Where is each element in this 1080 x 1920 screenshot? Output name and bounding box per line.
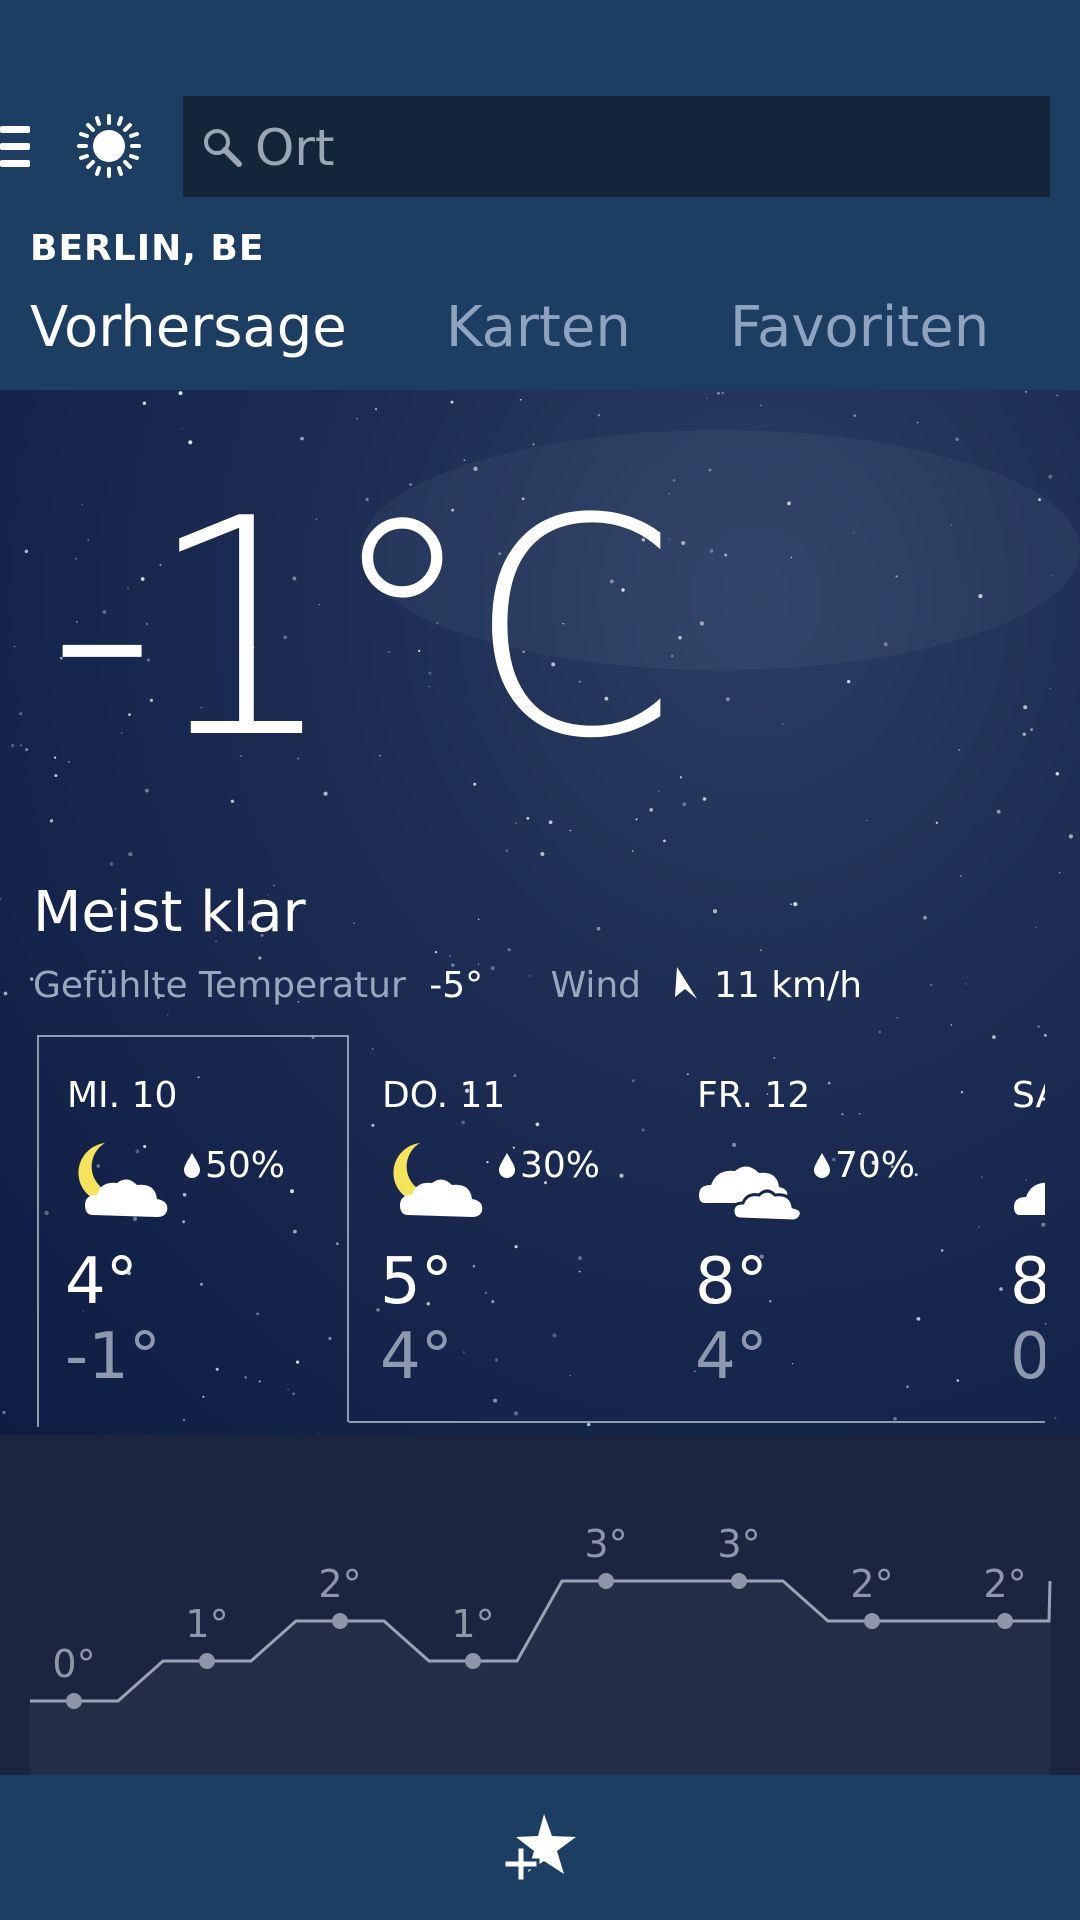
- day-low-temp: 4°: [380, 1320, 453, 1394]
- clouds-icon: [699, 1166, 803, 1223]
- raindrop-icon: [499, 1153, 515, 1178]
- day-card[interactable]: FR. 12 70% 8° 4°: [667, 1035, 982, 1415]
- hourly-area: [30, 1581, 1050, 1775]
- current-details: Gefühlte Temperatur -5° Wind 11 km/h: [33, 965, 862, 1006]
- current-temperature: -1°C: [48, 455, 677, 804]
- hourly-temperature-chart[interactable]: 0° 1° 2° 1° 3° 3° 2° 2°: [0, 1435, 1080, 1775]
- hourly-label: 2°: [850, 1562, 893, 1606]
- day-date: SA: [1012, 1075, 1045, 1116]
- hourly-point: [864, 1613, 880, 1629]
- day-high-temp: 8: [1010, 1245, 1045, 1319]
- wind-direction-icon: [674, 967, 697, 999]
- sun-icon[interactable]: [76, 113, 142, 179]
- day-rain-chance: 70%: [813, 1145, 915, 1186]
- search-input[interactable]: [253, 96, 1037, 199]
- hourly-point: [997, 1613, 1013, 1629]
- hourly-label: 1°: [451, 1602, 494, 1646]
- feels-like-value: -5°: [429, 965, 484, 1006]
- hourly-point: [199, 1653, 215, 1669]
- tab-favoriten[interactable]: Favoriten: [730, 295, 989, 360]
- hourly-label: 3°: [584, 1522, 627, 1566]
- day-high-temp: 5°: [380, 1245, 453, 1319]
- selected-day-outline: [37, 1035, 349, 1422]
- raindrop-icon: [814, 1153, 830, 1178]
- hourly-label: 2°: [318, 1562, 361, 1606]
- current-condition: Meist klar: [33, 880, 306, 945]
- day-low-temp: 0: [1010, 1320, 1045, 1394]
- hourly-chart-svg: 0° 1° 2° 1° 3° 3° 2° 2°: [30, 1522, 1052, 1775]
- day-low-temp: 4°: [695, 1320, 768, 1394]
- wind-value: 11 km/h: [713, 965, 863, 1006]
- day-card[interactable]: SA 8 0: [982, 1035, 1045, 1415]
- hourly-point: [66, 1693, 82, 1709]
- location-label: BERLIN, BE: [30, 228, 265, 269]
- day-high-temp: 8°: [695, 1245, 768, 1319]
- wind-label: Wind: [550, 965, 642, 1006]
- hourly-point: [465, 1653, 481, 1669]
- day-date: DO. 11: [382, 1075, 506, 1116]
- tab-bar: Vorhersage Karten Favoriten N: [30, 295, 1080, 375]
- menu-icon[interactable]: [0, 122, 30, 172]
- app-header: BERLIN, BE Vorhersage Karten Favoriten N: [0, 0, 1080, 390]
- day-date: FR. 12: [697, 1075, 811, 1116]
- add-favorite-icon[interactable]: [500, 1810, 580, 1890]
- search-icon: [204, 129, 242, 167]
- feels-like-label: Gefühlte Temperatur: [33, 965, 406, 1006]
- hourly-label: 0°: [52, 1642, 95, 1686]
- cloud-icon: [1014, 1182, 1045, 1215]
- hourly-point: [731, 1573, 747, 1589]
- tab-karten[interactable]: Karten: [446, 295, 631, 360]
- hourly-point: [598, 1573, 614, 1589]
- app-bar: [0, 1775, 1080, 1920]
- tab-vorhersage[interactable]: Vorhersage: [30, 295, 347, 360]
- hourly-label: 3°: [717, 1522, 760, 1566]
- day-rain-chance: 30%: [498, 1145, 600, 1186]
- search-box[interactable]: [183, 96, 1050, 199]
- forecast-baseline: [349, 1421, 1045, 1423]
- hourly-label: 2°: [983, 1562, 1026, 1606]
- hourly-point: [332, 1613, 348, 1629]
- day-card[interactable]: DO. 11 30% 5° 4°: [352, 1035, 667, 1415]
- hourly-label: 1°: [185, 1602, 228, 1646]
- moon-cloud-icon: [393, 1143, 483, 1217]
